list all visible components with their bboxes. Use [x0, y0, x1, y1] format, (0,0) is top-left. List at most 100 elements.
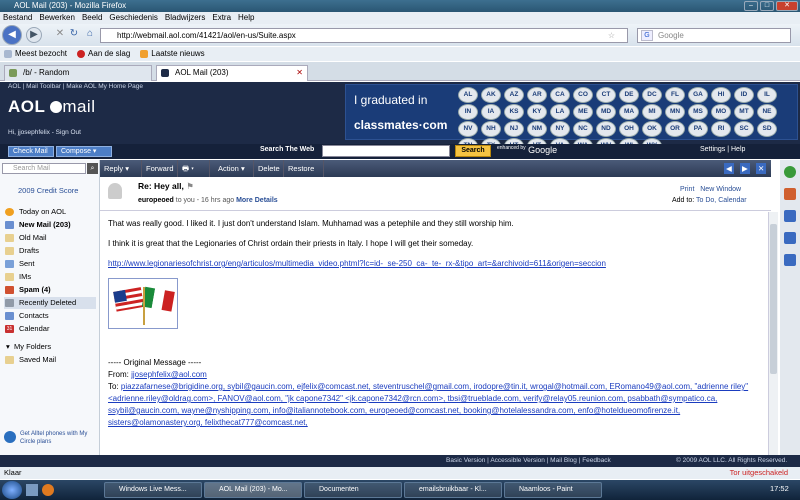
folder-recently-deleted[interactable]: Recently Deleted [4, 297, 96, 309]
bookmark-aan-de-slag[interactable]: Aan de slag [77, 47, 130, 61]
menu-bladwijzers[interactable]: Bladwijzers [165, 12, 205, 24]
folder-drafts[interactable]: Drafts [4, 245, 96, 257]
state-button-ga[interactable]: GA [688, 87, 708, 103]
state-button-ma[interactable]: MA [619, 104, 639, 120]
menu-geschiedenis[interactable]: Geschiedenis [109, 12, 157, 24]
contacts-icon[interactable] [784, 210, 796, 222]
delete-button[interactable]: Delete [254, 160, 284, 177]
state-button-mo[interactable]: MO [711, 104, 731, 120]
print-link[interactable]: Print [680, 186, 694, 193]
state-button-fl[interactable]: FL [665, 87, 685, 103]
action-button[interactable]: Action ▾ [214, 160, 254, 177]
state-button-md[interactable]: MD [596, 104, 616, 120]
web-search-input[interactable] [322, 145, 450, 157]
web-search-button[interactable]: Search [455, 145, 491, 157]
state-button-nd[interactable]: ND [596, 121, 616, 137]
state-button-sd[interactable]: SD [757, 121, 777, 137]
state-button-ny[interactable]: NY [550, 121, 570, 137]
classmates-ad[interactable]: I graduated in classmates·com AL AK AZ AR CA… [345, 84, 798, 154]
state-button-ne[interactable]: NE [757, 104, 777, 120]
state-button-il[interactable]: IL [757, 87, 777, 103]
state-button-sc[interactable]: SC [734, 121, 754, 137]
user-greeting[interactable]: Hi, jjosephfelix - Sign Out [8, 129, 81, 136]
state-button-nc[interactable]: NC [573, 121, 593, 137]
tab-random[interactable]: /b/ - Random [4, 65, 152, 81]
state-button-in[interactable]: IN [458, 104, 478, 120]
state-button-nm[interactable]: NM [527, 121, 547, 137]
menu-help[interactable]: Help [238, 12, 254, 24]
start-button[interactable] [2, 481, 22, 499]
search-icon[interactable]: ⌕ [87, 163, 98, 174]
menu-bewerken[interactable]: Bewerken [39, 12, 75, 24]
state-button-al[interactable]: AL [458, 87, 478, 103]
clock[interactable]: 17:52 [770, 484, 789, 493]
search-mail-input[interactable]: Search Mail [2, 163, 86, 174]
menu-extra[interactable]: Extra [212, 12, 231, 24]
folder-calendar[interactable]: 31 Calendar [4, 323, 96, 335]
state-button-nv[interactable]: NV [458, 121, 478, 137]
state-button-ct[interactable]: CT [596, 87, 616, 103]
folder-sent[interactable]: Sent [4, 258, 96, 270]
calendar-icon[interactable] [784, 232, 796, 244]
task-aol-mail[interactable]: AOL Mail (203) - Mo... [204, 482, 302, 498]
state-button-az[interactable]: AZ [504, 87, 524, 103]
print-icon[interactable]: 🖶 ▾ [178, 160, 210, 177]
state-button-oh[interactable]: OH [619, 121, 639, 137]
folder-new-mail[interactable]: New Mail (203) [4, 219, 96, 231]
add-icon[interactable] [784, 166, 796, 178]
state-button-mt[interactable]: MT [734, 104, 754, 120]
check-mail-button[interactable]: Check Mail [8, 146, 54, 157]
alltel-ad[interactable]: Get Alltel phones with My Circle plans [4, 430, 96, 446]
credit-score-link[interactable]: 2009 Credit Score [18, 186, 78, 195]
aol-mail-logo[interactable]: AOL mail [8, 97, 95, 117]
state-button-ak[interactable]: AK [481, 87, 501, 103]
menu-beeld[interactable]: Beeld [82, 12, 102, 24]
state-button-ri[interactable]: RI [711, 121, 731, 137]
state-button-mn[interactable]: MN [665, 104, 685, 120]
new-window-link[interactable]: New Window [700, 186, 741, 193]
maximize-icon[interactable]: □ [760, 1, 774, 11]
star-icon[interactable]: ☆ [608, 29, 615, 42]
task-emailsbruikbaar[interactable]: emailsbruikbaar - Kl... [404, 482, 502, 498]
task-paint[interactable]: Naamloos - Paint [504, 482, 602, 498]
tab-aol-mail[interactable]: AOL Mail (203) ✕ [156, 65, 308, 81]
todo-calendar-link[interactable]: To Do, Calendar [696, 197, 747, 204]
state-button-pa[interactable]: PA [688, 121, 708, 137]
from-email-link[interactable]: jjosephfelix@aol.com [131, 370, 207, 379]
state-button-ar[interactable]: AR [527, 87, 547, 103]
state-button-la[interactable]: LA [550, 104, 570, 120]
url-text[interactable]: http://webmail.aol.com/41421/aol/en-us/S… [117, 31, 296, 40]
url-bar[interactable]: http://webmail.aol.com/41421/aol/en-us/S… [100, 28, 628, 43]
state-button-ok[interactable]: OK [642, 121, 662, 137]
restore-button[interactable]: Restore [284, 160, 324, 177]
compose-button[interactable]: Compose ▾ [56, 146, 112, 157]
settings-help-links[interactable]: Settings | Help [700, 146, 745, 153]
video-link[interactable]: http://www.legionariesofchrist.org/eng/a… [108, 259, 606, 268]
task-documenten[interactable]: Documenten [304, 482, 402, 498]
state-button-ky[interactable]: KY [527, 104, 547, 120]
state-button-de[interactable]: DE [619, 87, 639, 103]
folder-today-on-aol[interactable]: Today on AOL [4, 206, 96, 218]
browser-search-input[interactable]: G Google [637, 28, 791, 43]
state-button-co[interactable]: CO [573, 87, 593, 103]
my-folders-toggle[interactable]: ▾ My Folders [4, 341, 96, 353]
tor-status[interactable]: Tor uitgeschakeld [730, 467, 788, 479]
scrollbar-thumb[interactable] [770, 224, 777, 374]
state-button-mi[interactable]: MI [642, 104, 662, 120]
state-button-nj[interactable]: NJ [504, 121, 524, 137]
state-button-nh[interactable]: NH [481, 121, 501, 137]
close-message-icon[interactable]: ✕ [756, 163, 767, 174]
reload-icon[interactable]: ↻ [66, 27, 82, 43]
reply-button[interactable]: Reply ▾ [100, 160, 142, 177]
prev-message-icon[interactable]: ◀ [724, 163, 734, 174]
message-scrollbar[interactable] [768, 212, 778, 455]
more-details-link[interactable]: More Details [236, 197, 278, 204]
bookmark-laatste-nieuws[interactable]: Laatste nieuws [140, 47, 205, 61]
state-button-hi[interactable]: HI [711, 87, 731, 103]
sender-name[interactable]: europeoed [138, 197, 174, 204]
back-button[interactable]: ◀ [2, 25, 22, 45]
state-button-me[interactable]: ME [573, 104, 593, 120]
state-button-id[interactable]: ID [734, 87, 754, 103]
to-email-links[interactable]: piazzafarnese@brigidine.org, sybil@gauci… [108, 382, 748, 427]
state-button-ca[interactable]: CA [550, 87, 570, 103]
